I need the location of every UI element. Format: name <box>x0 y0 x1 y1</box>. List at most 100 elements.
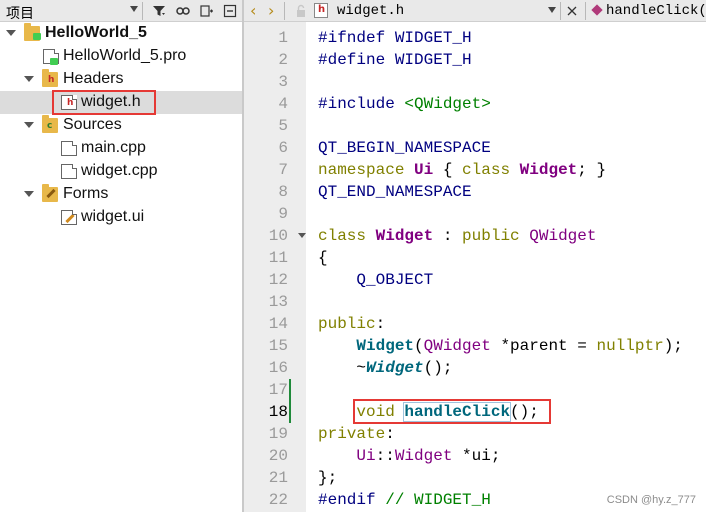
code-text: ~Widget(); <box>318 359 453 377</box>
tree-item-project[interactable]: HelloWorld_5 <box>0 22 242 45</box>
tree-item-widget-ui[interactable]: widget.ui <box>0 206 242 229</box>
tree-item-pro-file[interactable]: HelloWorld_5.pro <box>0 45 242 68</box>
line-number: 5 <box>278 117 288 135</box>
tree-item-label: Forms <box>63 185 109 202</box>
project-toolbar: 项目 <box>0 0 242 22</box>
code-line[interactable]: 12 Q_OBJECT <box>244 269 706 291</box>
line-number: 4 <box>278 95 288 113</box>
code-text: #include <QWidget> <box>318 95 491 113</box>
code-text: QT_END_NAMESPACE <box>318 183 472 201</box>
source-file-icon <box>61 141 77 156</box>
tree-item-label: widget.cpp <box>81 162 158 179</box>
tree-item-sources[interactable]: c Sources <box>0 114 242 137</box>
line-number: 9 <box>278 205 288 223</box>
annotation-highlight-box <box>353 399 551 424</box>
code-line[interactable]: 19 private: <box>244 423 706 445</box>
line-number: 14 <box>268 315 288 333</box>
tree-item-main-cpp[interactable]: main.cpp <box>0 137 242 160</box>
watermark: CSDN @hy.z_777 <box>606 494 696 506</box>
go-forward-icon[interactable]: › <box>268 3 274 19</box>
code-text: #define WIDGET_H <box>318 51 472 69</box>
symbol-combo[interactable]: handleClick() <box>606 3 706 19</box>
code-text: #endif // WIDGET_H <box>318 491 491 509</box>
expand-arrow-icon[interactable] <box>24 122 34 128</box>
code-text: public: <box>318 315 386 333</box>
line-number: 10 <box>268 227 288 245</box>
code-text: #ifndef WIDGET_H <box>318 29 472 47</box>
split-icon[interactable] <box>198 2 216 20</box>
code-text: Q_OBJECT <box>356 271 434 289</box>
line-number: 16 <box>268 359 288 377</box>
code-line[interactable]: 17 <box>244 379 706 401</box>
tree-item-label: HelloWorld_5 <box>45 24 147 41</box>
code-text: private: <box>318 425 395 443</box>
sources-folder-icon: c <box>42 115 58 133</box>
code-line[interactable]: 20 Ui::Widget *ui; <box>244 445 706 467</box>
code-text: class Widget : public QWidget <box>318 227 597 245</box>
line-number: 22 <box>268 491 288 509</box>
code-line[interactable]: 7 namespace Ui { class Widget; } <box>244 159 706 181</box>
modified-line-marker <box>289 401 291 423</box>
go-back-icon[interactable]: ‹ <box>250 3 256 19</box>
close-file-icon[interactable] <box>563 2 581 20</box>
editor-toolbar: ‹ › h widget.h handleClick() <box>244 0 706 22</box>
line-number: 3 <box>278 73 288 91</box>
modified-line-marker <box>289 379 291 401</box>
expand-arrow-icon[interactable] <box>6 30 16 36</box>
line-number: 18 <box>268 403 288 421</box>
tree-item-label: HelloWorld_5.pro <box>63 47 187 64</box>
fold-arrow-icon[interactable] <box>298 233 306 238</box>
code-text: }; <box>318 469 338 487</box>
code-line[interactable]: 6 QT_BEGIN_NAMESPACE <box>244 137 706 159</box>
tree-item-label: main.cpp <box>81 139 146 156</box>
code-text: QT_BEGIN_NAMESPACE <box>318 139 491 157</box>
tree-item-forms[interactable]: Forms <box>0 183 242 206</box>
code-text: { <box>318 249 328 267</box>
line-number: 7 <box>278 161 288 179</box>
tree-item-label: Sources <box>63 116 122 133</box>
file-combo-chevron-down-icon[interactable] <box>548 7 556 13</box>
toolbar-separator <box>560 2 561 20</box>
tree-item-widget-cpp[interactable]: widget.cpp <box>0 160 242 183</box>
close-pane-icon[interactable] <box>221 2 239 20</box>
source-file-icon <box>61 164 77 179</box>
code-line[interactable]: 13 <box>244 291 706 313</box>
code-line[interactable]: 15 Widget(QWidget *parent = nullptr); <box>244 335 706 357</box>
line-number: 15 <box>268 337 288 355</box>
line-number: 6 <box>278 139 288 157</box>
code-text: Ui::Widget *ui; <box>356 447 501 465</box>
code-line[interactable]: 8 QT_END_NAMESPACE <box>244 181 706 203</box>
tree-item-headers[interactable]: h Headers <box>0 68 242 91</box>
line-number: 2 <box>278 51 288 69</box>
code-line[interactable]: 1 #ifndef WIDGET_H <box>244 27 706 49</box>
tree-item-label: widget.ui <box>81 208 145 225</box>
code-line[interactable]: 2 #define WIDGET_H <box>244 49 706 71</box>
ui-file-icon <box>61 210 77 225</box>
code-line[interactable]: 9 <box>244 203 706 225</box>
expand-arrow-icon[interactable] <box>24 191 34 197</box>
link-with-editor-icon[interactable] <box>174 2 192 20</box>
open-file-name[interactable]: widget.h <box>337 3 404 19</box>
code-line[interactable]: 16 ~Widget(); <box>244 357 706 379</box>
view-combo-chevron-down-icon[interactable] <box>130 6 138 12</box>
code-line[interactable]: 4 #include <QWidget> <box>244 93 706 115</box>
code-line[interactable]: 10 class Widget : public QWidget <box>244 225 706 247</box>
filter-icon[interactable] <box>150 2 168 20</box>
tree-item-label: Headers <box>63 70 124 87</box>
line-number: 17 <box>268 381 288 399</box>
code-text: namespace Ui { class Widget; } <box>318 161 607 179</box>
method-symbol-icon <box>591 4 603 16</box>
header-file-icon: h <box>314 3 328 18</box>
code-line[interactable]: 11 { <box>244 247 706 269</box>
line-number: 8 <box>278 183 288 201</box>
expand-arrow-icon[interactable] <box>24 76 34 82</box>
lock-icon[interactable] <box>292 2 310 20</box>
line-number: 1 <box>278 29 288 47</box>
headers-folder-icon: h <box>42 69 58 87</box>
code-line[interactable]: 14 public: <box>244 313 706 335</box>
code-line[interactable]: 5 <box>244 115 706 137</box>
project-pane-title: 项目 <box>6 5 34 21</box>
code-line[interactable]: 21}; <box>244 467 706 489</box>
code-line[interactable]: 3 <box>244 71 706 93</box>
line-number: 20 <box>268 447 288 465</box>
